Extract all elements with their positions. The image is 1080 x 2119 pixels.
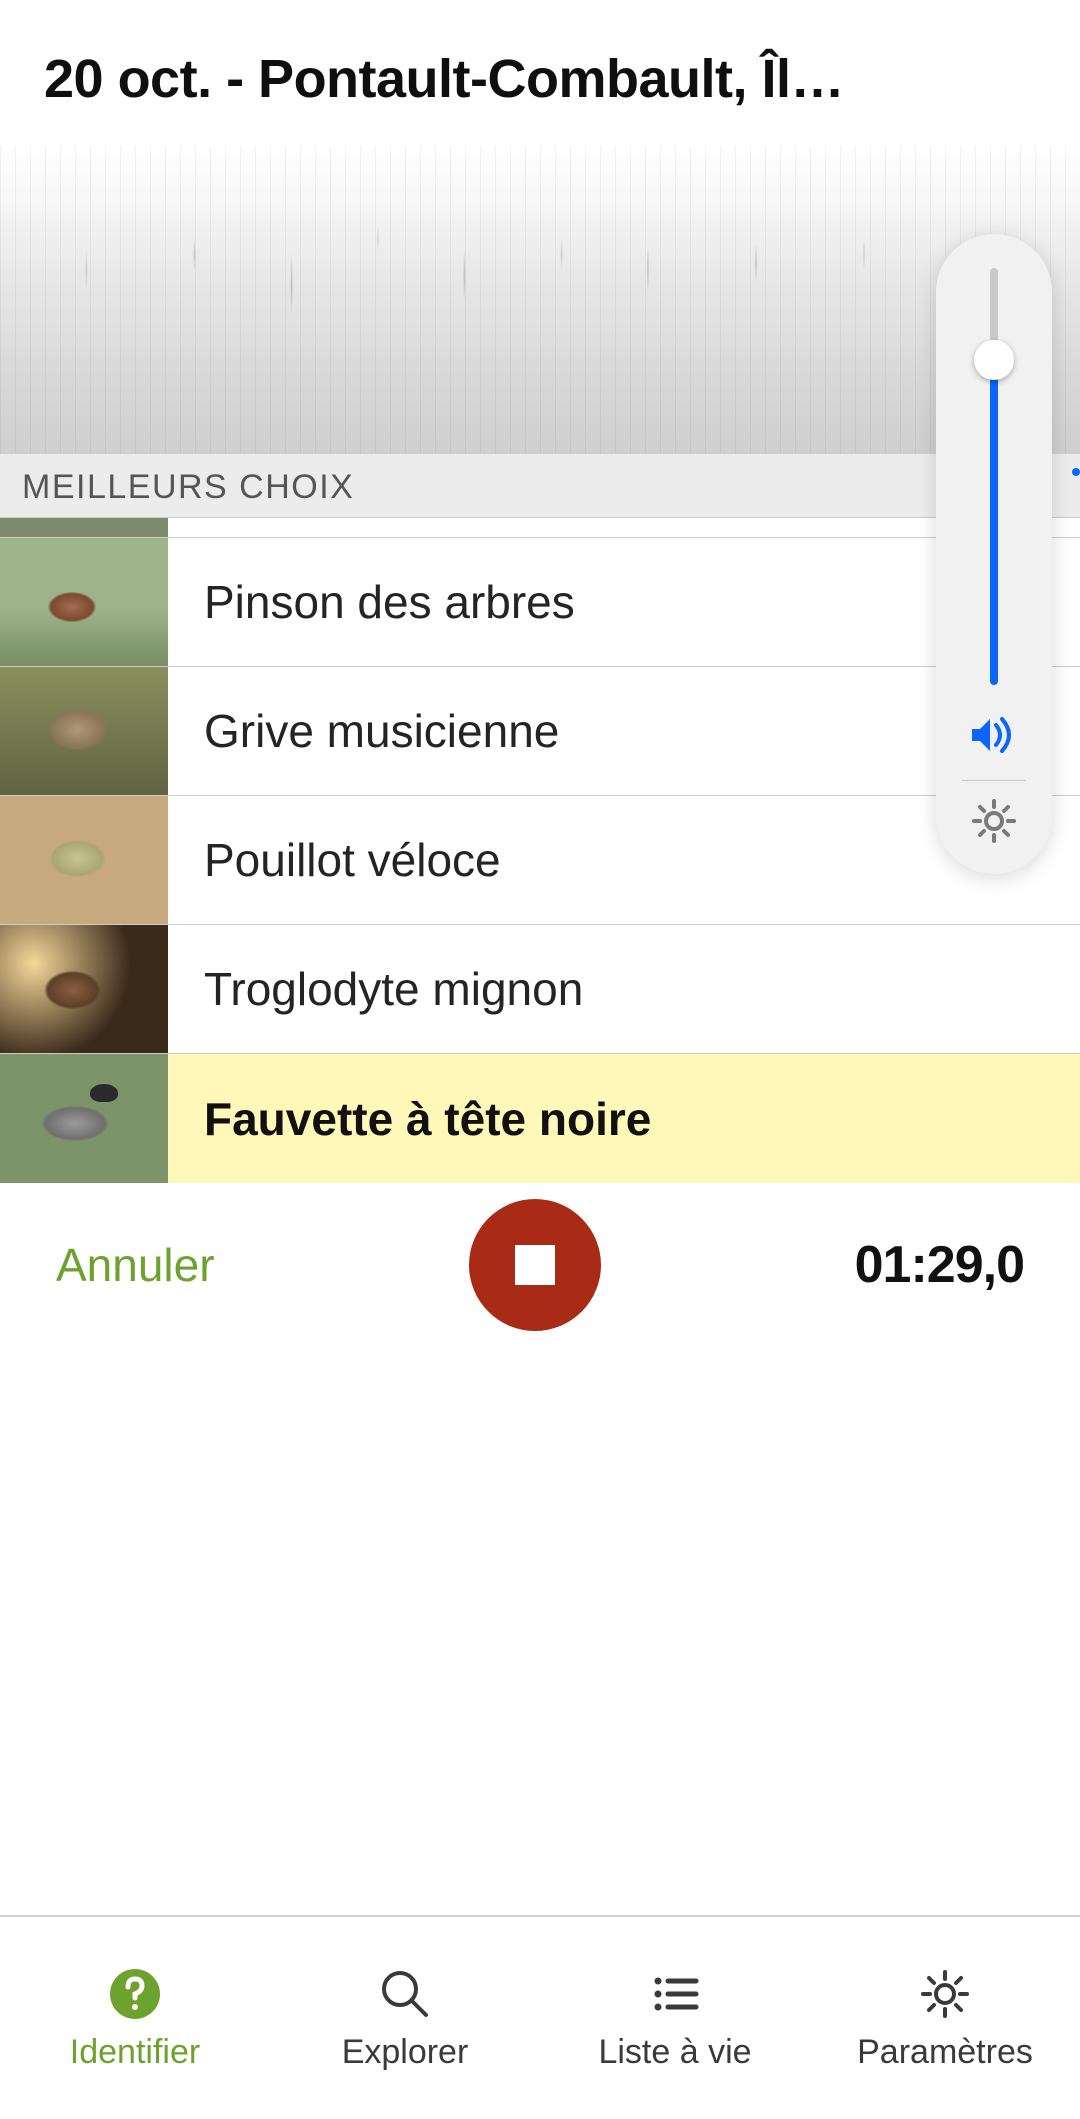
question-circle-icon (106, 1965, 164, 2023)
spectrogram[interactable] (0, 146, 1080, 454)
list-item[interactable] (0, 518, 1080, 538)
search-icon (376, 1965, 434, 2023)
bird-name-label: Fauvette à tête noire (168, 1092, 651, 1146)
bird-name-label: Grive musicienne (168, 704, 559, 758)
gear-icon[interactable] (970, 797, 1018, 850)
bird-name-label: Pinson des arbres (168, 575, 575, 629)
bird-thumbnail (0, 667, 168, 795)
bird-thumbnail (0, 1054, 168, 1183)
nav-identify[interactable]: Identifier (0, 1917, 270, 2119)
nav-label: Identifier (70, 2033, 200, 2072)
speaker-icon[interactable] (968, 713, 1020, 762)
recording-timer: 01:29,0 (855, 1235, 1024, 1295)
gear-icon (916, 1965, 974, 2023)
cancel-button[interactable]: Annuler (56, 1238, 215, 1292)
nav-label: Paramètres (857, 2033, 1033, 2072)
section-header-best-matches: MEILLEURS CHOIX (0, 454, 1080, 518)
nav-explore[interactable]: Explorer (270, 1917, 540, 2119)
bird-name-label: Troglodyte mignon (168, 962, 583, 1016)
page-title: 20 oct. - Pontault-Combault, Îl… (44, 48, 1036, 110)
nav-label: Explorer (342, 2033, 469, 2072)
volume-thumb[interactable] (974, 340, 1014, 380)
nav-life-list[interactable]: Liste à vie (540, 1917, 810, 2119)
list-item[interactable]: Troglodyte mignon (0, 925, 1080, 1054)
bird-thumbnail (0, 925, 168, 1053)
stop-recording-button[interactable] (469, 1199, 601, 1331)
volume-slider[interactable] (990, 268, 998, 685)
bird-thumbnail (0, 518, 168, 537)
list-icon (646, 1965, 704, 2023)
header: 20 oct. - Pontault-Combault, Îl… (0, 0, 1080, 146)
list-item[interactable]: Grive musicienne (0, 667, 1080, 796)
recording-controls: Annuler 01:29,0 (0, 1183, 1080, 1347)
list-item[interactable]: Pinson des arbres (0, 538, 1080, 667)
nav-settings[interactable]: Paramètres (810, 1917, 1080, 2119)
bird-name-label: Pouillot véloce (168, 833, 501, 887)
bird-thumbnail (0, 538, 168, 666)
volume-panel (936, 234, 1052, 874)
spectrogram-area (0, 146, 1080, 454)
divider (962, 780, 1026, 781)
bird-list: Pinson des arbres Grive musicienne Pouil… (0, 518, 1080, 1183)
nav-label: Liste à vie (598, 2033, 751, 2072)
bird-thumbnail (0, 796, 168, 924)
volume-fill (990, 360, 998, 685)
list-item[interactable]: Pouillot véloce (0, 796, 1080, 925)
bottom-nav: Identifier Explorer Liste à vie (0, 1915, 1080, 2119)
waveform-progress-dot (1072, 468, 1080, 476)
list-item[interactable]: Fauvette à tête noire (0, 1054, 1080, 1183)
